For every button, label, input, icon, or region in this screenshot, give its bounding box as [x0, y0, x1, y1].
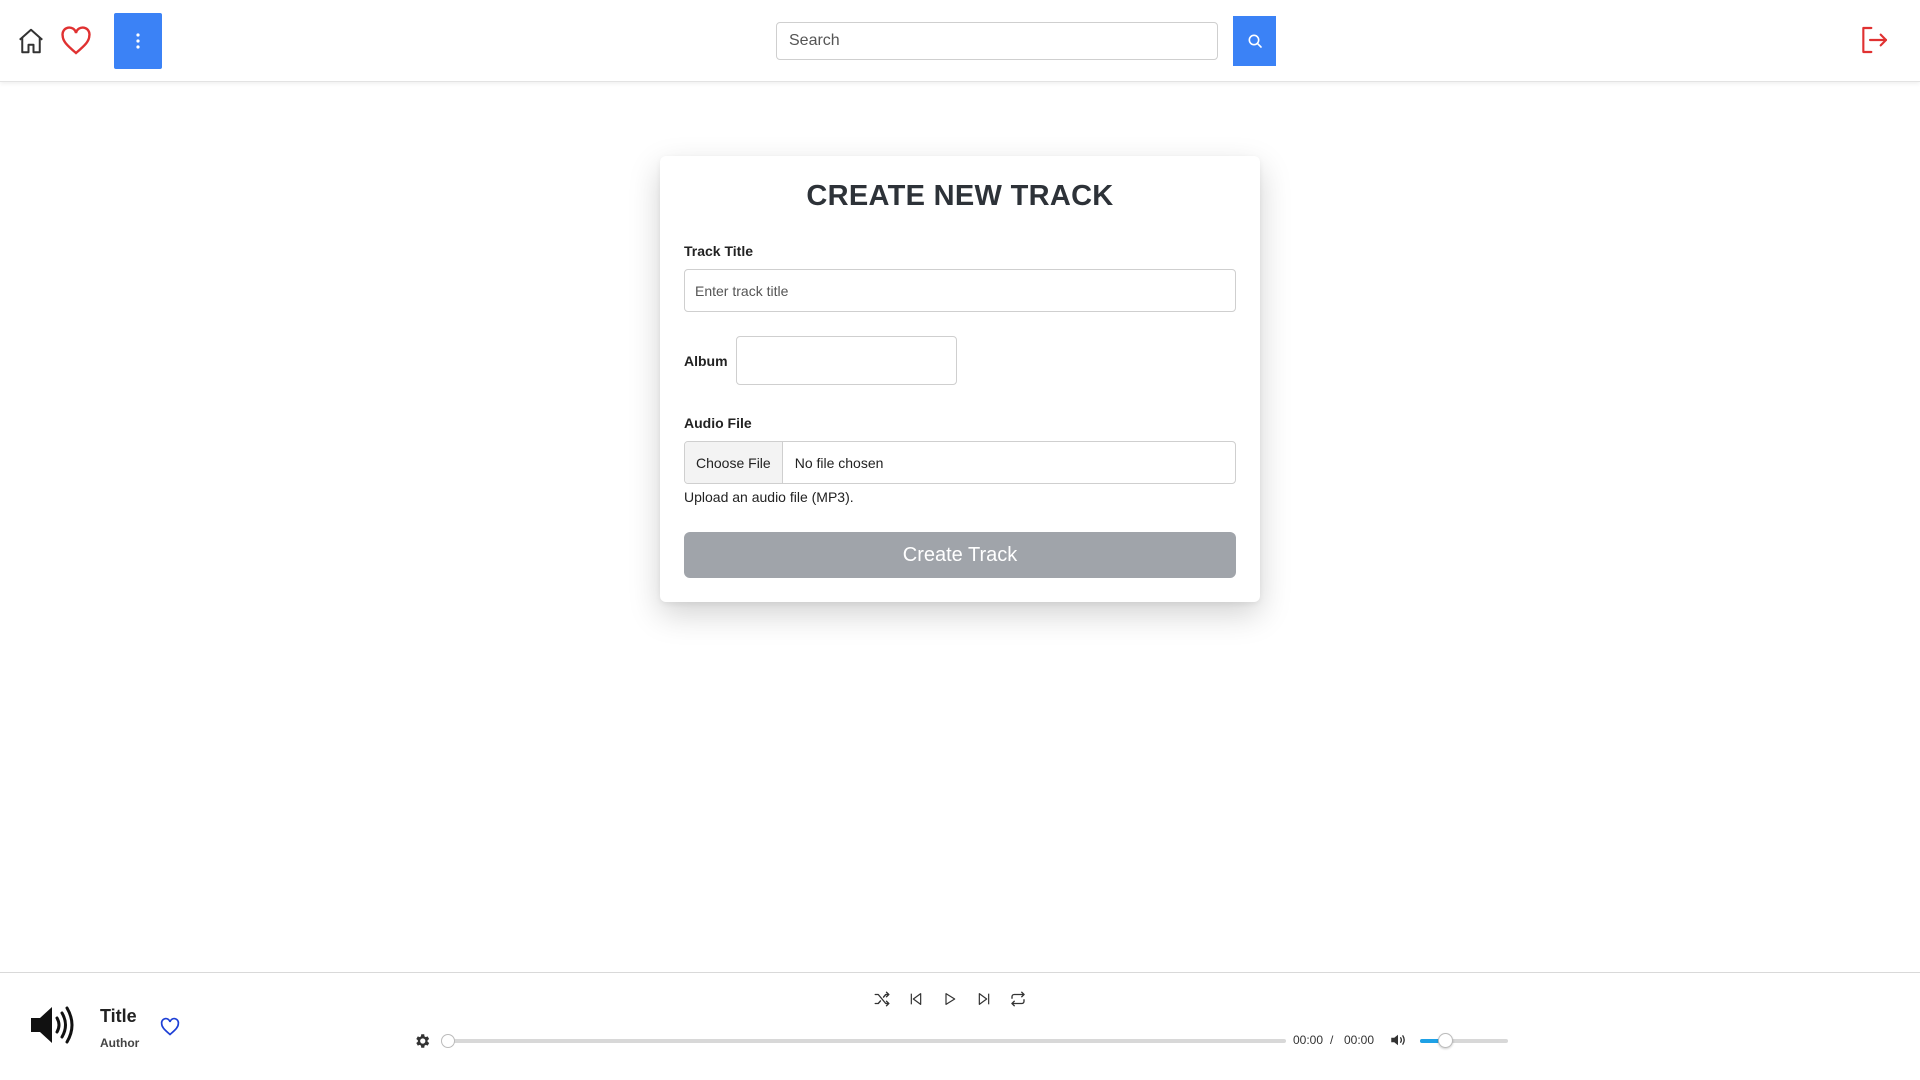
search-button[interactable]	[1233, 16, 1276, 66]
top-navbar	[0, 0, 1920, 82]
logout-icon[interactable]	[1856, 22, 1892, 58]
next-icon[interactable]	[974, 989, 994, 1009]
volume-icon[interactable]	[1388, 1031, 1408, 1051]
create-track-form: CREATE NEW TRACK Track Title Album Audio…	[660, 156, 1260, 602]
home-icon[interactable]	[12, 22, 50, 60]
track-title-label: Track Title	[684, 243, 754, 259]
repeat-icon[interactable]	[1008, 989, 1028, 1009]
like-heart-icon[interactable]	[160, 1017, 180, 1037]
playback-controls	[872, 989, 1028, 1009]
search-icon	[1248, 34, 1262, 48]
audio-file-input[interactable]: Choose File No file chosen	[684, 441, 1236, 484]
speaker-icon	[28, 1003, 76, 1047]
page-title: CREATE NEW TRACK	[806, 180, 1114, 212]
audio-file-help-text: Upload an audio file (MP3).	[684, 489, 854, 505]
heart-icon[interactable]	[57, 22, 95, 60]
gear-icon[interactable]	[413, 1032, 431, 1050]
volume-handle[interactable]	[1437, 1033, 1453, 1048]
current-time: 00:00	[1293, 1033, 1324, 1047]
track-title-input[interactable]	[684, 269, 1236, 312]
create-track-button[interactable]: Create Track	[684, 532, 1236, 578]
previous-icon[interactable]	[906, 989, 926, 1009]
now-playing-title: Title	[100, 1006, 137, 1026]
time-separator: /	[1330, 1033, 1334, 1047]
duration: 00:00	[1344, 1033, 1375, 1047]
seek-handle[interactable]	[441, 1034, 455, 1048]
choose-file-button[interactable]: Choose File	[685, 442, 783, 483]
album-label: Album	[684, 353, 728, 369]
audio-file-label: Audio File	[684, 415, 752, 431]
kebab-menu-icon	[136, 33, 140, 49]
file-status-text: No file chosen	[794, 454, 884, 471]
album-select[interactable]	[736, 336, 957, 385]
search-input[interactable]	[776, 22, 1218, 60]
seek-bar[interactable]	[441, 1034, 1286, 1048]
volume-slider[interactable]	[1420, 1033, 1508, 1048]
shuffle-icon[interactable]	[872, 989, 892, 1009]
audio-player-bar: Title Author 00:00 / 00:00	[0, 972, 1920, 1080]
play-icon[interactable]	[940, 989, 960, 1009]
menu-button[interactable]	[114, 13, 162, 69]
now-playing-author: Author	[100, 1036, 140, 1050]
